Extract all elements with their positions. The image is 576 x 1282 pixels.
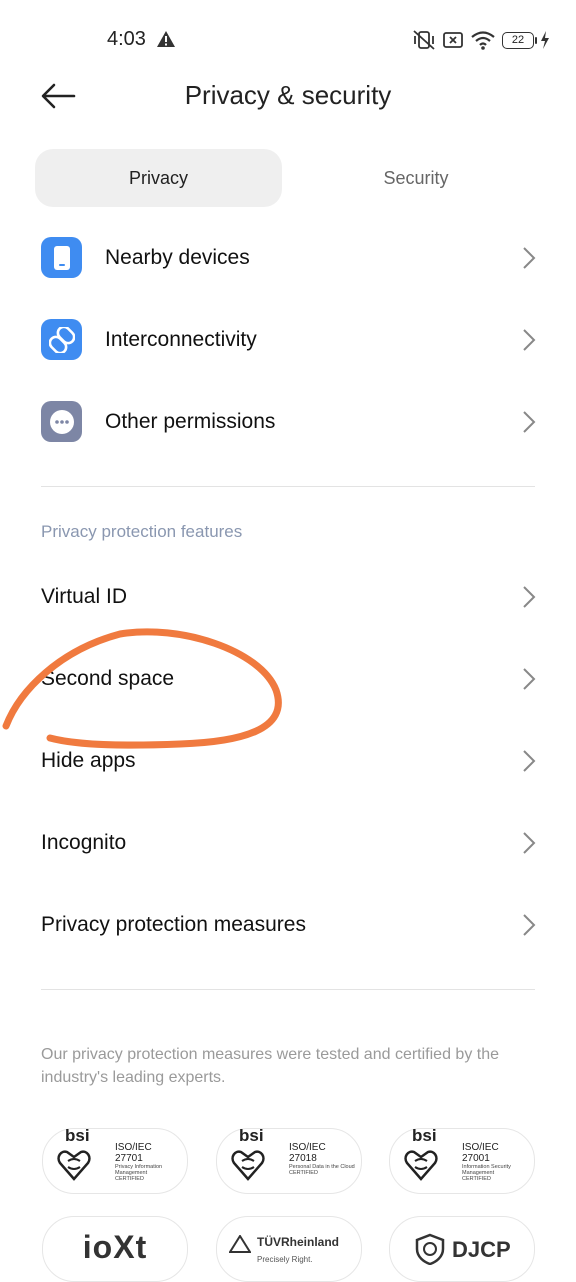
no-sim-icon bbox=[443, 32, 463, 48]
bsi-logo: bsi bbox=[239, 1126, 264, 1145]
section-header: Privacy protection features bbox=[41, 522, 243, 541]
tuv-logo: TÜVRheinland bbox=[257, 1235, 340, 1249]
chevron-right-icon bbox=[523, 247, 536, 269]
bsi-kitemark-icon bbox=[57, 1150, 91, 1181]
status-icons: 22 bbox=[412, 28, 550, 52]
tab-security[interactable]: Security bbox=[290, 149, 542, 207]
cert-text: ISO/IEC 27701 Privacy Information Manage… bbox=[115, 1142, 163, 1182]
tuv-tagline: Precisely Right. bbox=[257, 1255, 313, 1264]
certification-note: Our privacy protection measures were tes… bbox=[41, 1046, 499, 1086]
cert-badge-27001[interactable]: bsi ISO/IEC 27001 Information Security M… bbox=[389, 1126, 535, 1194]
ioxt-badge[interactable]: ioXt bbox=[42, 1216, 188, 1282]
cert-text: ISO/IEC 27001 Information Security Manag… bbox=[462, 1142, 511, 1182]
djcp-shield-icon bbox=[415, 1233, 445, 1265]
chevron-right-icon bbox=[523, 668, 536, 690]
warning-icon bbox=[157, 31, 175, 47]
divider bbox=[41, 989, 535, 990]
annotation-circle bbox=[2, 628, 282, 749]
cert-badge-27701[interactable]: bsi ISO/IEC 27701 Privacy Information Ma… bbox=[42, 1126, 188, 1194]
charging-icon bbox=[541, 31, 549, 49]
chevron-right-icon bbox=[523, 411, 536, 433]
incognito-item[interactable]: Incognito bbox=[0, 802, 576, 884]
other-permissions-label: Other permissions bbox=[105, 410, 276, 433]
cert-badge-27018[interactable]: bsi ISO/IEC 27018 Personal Data in the C… bbox=[216, 1126, 362, 1194]
link-icon bbox=[41, 319, 82, 360]
vibrate-mute-icon bbox=[413, 30, 435, 50]
privacy-protection-measures-item[interactable]: Privacy protection measures bbox=[0, 884, 576, 966]
nearby-devices-item[interactable]: Nearby devices bbox=[0, 217, 576, 299]
interconnectivity-item[interactable]: Interconnectivity bbox=[0, 299, 576, 381]
chevron-right-icon bbox=[523, 586, 536, 608]
other-permissions-item[interactable]: Other permissions bbox=[0, 381, 576, 463]
battery-indicator: 22 bbox=[502, 31, 537, 49]
tuv-triangle-icon bbox=[229, 1235, 251, 1253]
bsi-logo: bsi bbox=[65, 1126, 90, 1145]
djcp-badge[interactable]: DJCP bbox=[389, 1216, 535, 1282]
nearby-devices-label: Nearby devices bbox=[105, 246, 250, 269]
ioxt-logo: ioXt bbox=[82, 1229, 148, 1265]
bsi-kitemark-icon bbox=[231, 1150, 265, 1181]
divider bbox=[41, 486, 535, 487]
interconnectivity-label: Interconnectivity bbox=[105, 328, 257, 351]
page-title: Privacy & security bbox=[184, 80, 392, 110]
cert-text: ISO/IEC 27018 Personal Data in the Cloud… bbox=[289, 1142, 355, 1176]
chevron-right-icon bbox=[523, 329, 536, 351]
more-dots-icon bbox=[41, 401, 82, 442]
phone-icon bbox=[41, 237, 82, 278]
incognito-label: Incognito bbox=[41, 831, 127, 854]
bsi-logo: bsi bbox=[412, 1126, 437, 1145]
tab-privacy[interactable]: Privacy bbox=[35, 149, 282, 207]
djcp-logo: DJCP bbox=[452, 1237, 511, 1262]
chevron-right-icon bbox=[523, 832, 536, 854]
chevron-right-icon bbox=[523, 914, 536, 936]
wifi-icon bbox=[471, 31, 495, 50]
status-time: 4:03 bbox=[107, 28, 146, 50]
bsi-kitemark-icon bbox=[404, 1150, 438, 1181]
privacy-protection-measures-label: Privacy protection measures bbox=[41, 913, 306, 936]
chevron-right-icon bbox=[523, 750, 536, 772]
tuv-badge[interactable]: TÜVRheinland Precisely Right. bbox=[216, 1216, 362, 1282]
